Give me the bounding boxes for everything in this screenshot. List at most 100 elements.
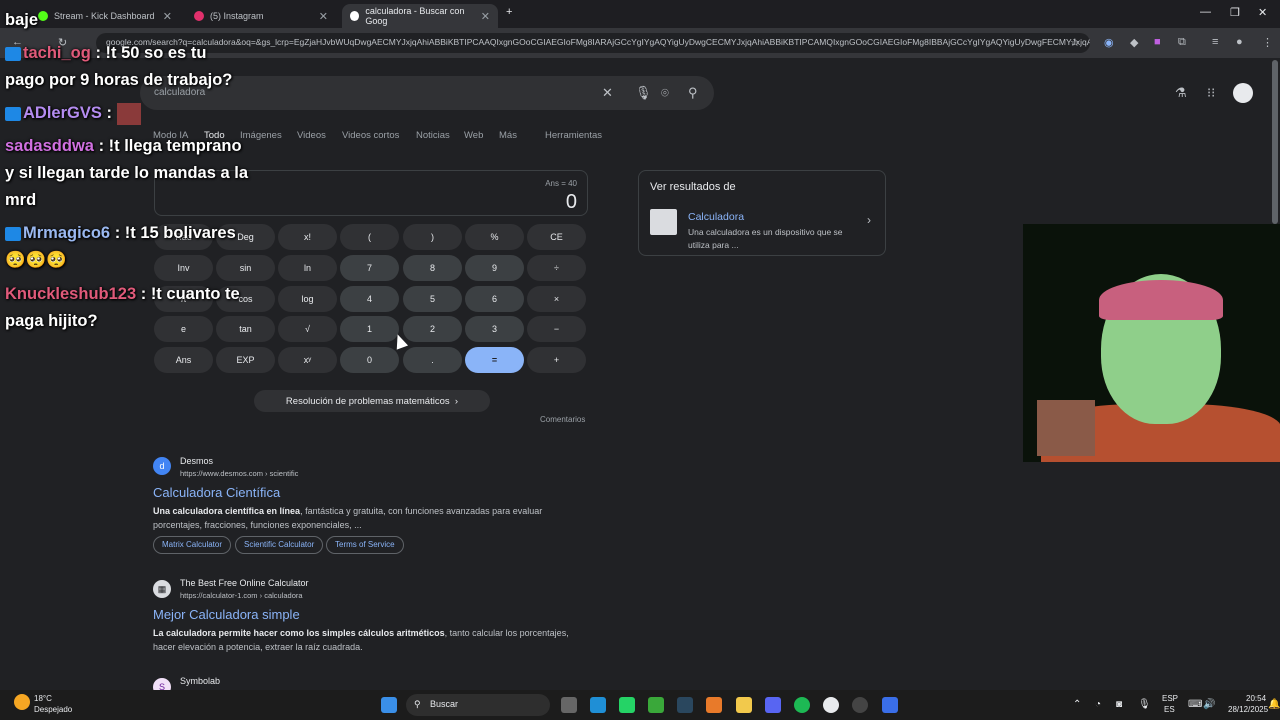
reading-list-icon[interactable]: ≡ [1212, 36, 1218, 48]
notification-icon[interactable]: 🔔 [1268, 699, 1280, 710]
maximize-icon[interactable]: ❐ [1230, 6, 1240, 19]
steam-icon[interactable] [677, 697, 693, 713]
extension-icon[interactable]: ◉ [1104, 36, 1114, 49]
chevron-right-icon[interactable]: › [867, 213, 871, 227]
calc-key[interactable]: ln [278, 255, 337, 281]
calc-key[interactable]: × [527, 286, 586, 312]
weather-desc[interactable]: Despejado [34, 705, 72, 714]
lens-icon[interactable]: ⌾ [661, 85, 669, 101]
extension-icon[interactable]: ■ [1154, 36, 1161, 48]
volume-icon[interactable]: 🔊 [1203, 699, 1215, 710]
extensions-puzzle-icon[interactable]: ⧉ [1178, 36, 1186, 49]
math-solver-button[interactable]: Resolución de problemas matemáticos › [254, 390, 490, 412]
nav-web[interactable]: Web [464, 130, 483, 141]
calc-key[interactable]: Ans [154, 347, 213, 373]
weather-icon[interactable] [14, 694, 30, 710]
calc-key[interactable]: + [527, 347, 586, 373]
close-icon[interactable]: ✕ [319, 10, 328, 23]
calc-key[interactable]: = [465, 347, 524, 373]
new-tab-icon[interactable]: + [506, 6, 512, 18]
calc-key[interactable]: 6 [465, 286, 524, 312]
calc-key[interactable]: EXP [216, 347, 275, 373]
calc-key[interactable]: ÷ [527, 255, 586, 281]
extension-icon[interactable]: ◆ [1130, 36, 1138, 49]
sitelink-chip[interactable]: Matrix Calculator [153, 536, 232, 554]
nav-videos[interactable]: Videos [297, 130, 326, 141]
calc-key[interactable]: 0 [340, 347, 399, 373]
windows-start-icon[interactable] [381, 697, 397, 713]
calc-key[interactable]: 1 [340, 316, 399, 342]
calc-key[interactable]: . [403, 347, 462, 373]
whatsapp-icon[interactable] [619, 697, 635, 713]
labs-flask-icon[interactable]: ⚗ [1175, 85, 1187, 101]
app-icon[interactable] [706, 697, 722, 713]
scrollbar[interactable] [1272, 60, 1278, 224]
sitelink-chip[interactable]: Terms of Service [326, 536, 404, 554]
calc-key[interactable]: ( [340, 224, 399, 250]
tray-icon[interactable]: ◔ [1095, 699, 1101, 710]
search-icon[interactable]: ⚲ [688, 85, 698, 101]
taskbar-search[interactable] [406, 694, 550, 716]
file-explorer-icon[interactable] [736, 697, 752, 713]
calc-key[interactable]: 5 [403, 286, 462, 312]
calc-key[interactable]: 7 [340, 255, 399, 281]
result-title[interactable]: Calculadora Científica [153, 485, 280, 500]
calc-key[interactable]: 3 [465, 316, 524, 342]
network-icon[interactable]: ⌨ [1188, 699, 1202, 710]
calc-key[interactable]: ) [403, 224, 462, 250]
clock-date[interactable]: 28/12/2025 [1228, 705, 1268, 714]
window-close-icon[interactable]: ✕ [1258, 6, 1267, 19]
avatar[interactable] [1233, 83, 1253, 103]
nav-news[interactable]: Noticias [416, 130, 450, 141]
calc-key[interactable]: log [278, 286, 337, 312]
tab-google[interactable]: calculadora - Buscar con Goog ✕ [342, 4, 498, 28]
minimize-icon[interactable]: — [1200, 6, 1211, 18]
knowledge-panel: Ver resultados de Calculadora Una calcul… [638, 170, 886, 256]
calc-key[interactable]: 2 [403, 316, 462, 342]
kp-title[interactable]: Calculadora [688, 211, 744, 223]
result-url[interactable]: https://calculator-1.com › calculadora [180, 591, 303, 600]
edge-icon[interactable] [590, 697, 606, 713]
result-url[interactable]: https://www.desmos.com › scientific [180, 469, 298, 478]
calculator-thumbnail[interactable] [650, 209, 677, 235]
weather-temp[interactable]: 18°C [34, 694, 52, 703]
feedback-link[interactable]: Comentarios [540, 415, 585, 424]
chat-line: tachi_og : !t 50 so es tu pago por 9 hor… [5, 40, 245, 94]
chrome-icon[interactable] [823, 697, 839, 713]
calc-key[interactable]: 9 [465, 255, 524, 281]
obs-icon[interactable] [852, 697, 868, 713]
app-icon[interactable] [882, 697, 898, 713]
lang-primary[interactable]: ESP [1162, 694, 1178, 703]
secondary-cam [1037, 400, 1095, 456]
calc-key[interactable]: x! [278, 224, 337, 250]
result-title[interactable]: Mejor Calculadora simple [153, 607, 300, 622]
menu-icon[interactable]: ⋮ [1262, 36, 1273, 49]
calc-key[interactable]: CE [527, 224, 586, 250]
bookmark-star-icon[interactable]: ☆ [1070, 36, 1080, 49]
discord-icon[interactable] [765, 697, 781, 713]
minecraft-icon[interactable] [648, 697, 664, 713]
apps-grid-icon[interactable]: ⁝⁝ [1207, 85, 1215, 101]
task-view-icon[interactable] [561, 697, 577, 713]
calc-key[interactable]: − [527, 316, 586, 342]
profile-icon[interactable]: ● [1236, 36, 1243, 48]
tray-icon[interactable]: ◙ [1116, 699, 1122, 710]
lang-secondary[interactable]: ES [1164, 705, 1175, 714]
calc-key[interactable]: 4 [340, 286, 399, 312]
sitelink-chip[interactable]: Scientific Calculator [235, 536, 324, 554]
close-icon[interactable]: ✕ [481, 10, 490, 23]
nav-short-videos[interactable]: Videos cortos [342, 130, 399, 141]
calc-key[interactable]: xʸ [278, 347, 337, 373]
microphone-icon[interactable]: 🎙 [635, 85, 652, 101]
nav-tools[interactable]: Herramientas [545, 130, 602, 141]
chevron-up-icon[interactable]: ⌃ [1073, 699, 1081, 710]
calc-key[interactable]: √ [278, 316, 337, 342]
result-source: The Best Free Online Calculator [180, 578, 309, 588]
clear-icon[interactable]: ✕ [602, 85, 613, 101]
nav-more[interactable]: Más [499, 130, 517, 141]
mic-tray-icon[interactable]: 🎙 [1138, 699, 1151, 710]
calc-key[interactable]: 8 [403, 255, 462, 281]
calc-key[interactable]: % [465, 224, 524, 250]
spotify-icon[interactable] [794, 697, 810, 713]
clock-time[interactable]: 20:54 [1246, 694, 1266, 703]
